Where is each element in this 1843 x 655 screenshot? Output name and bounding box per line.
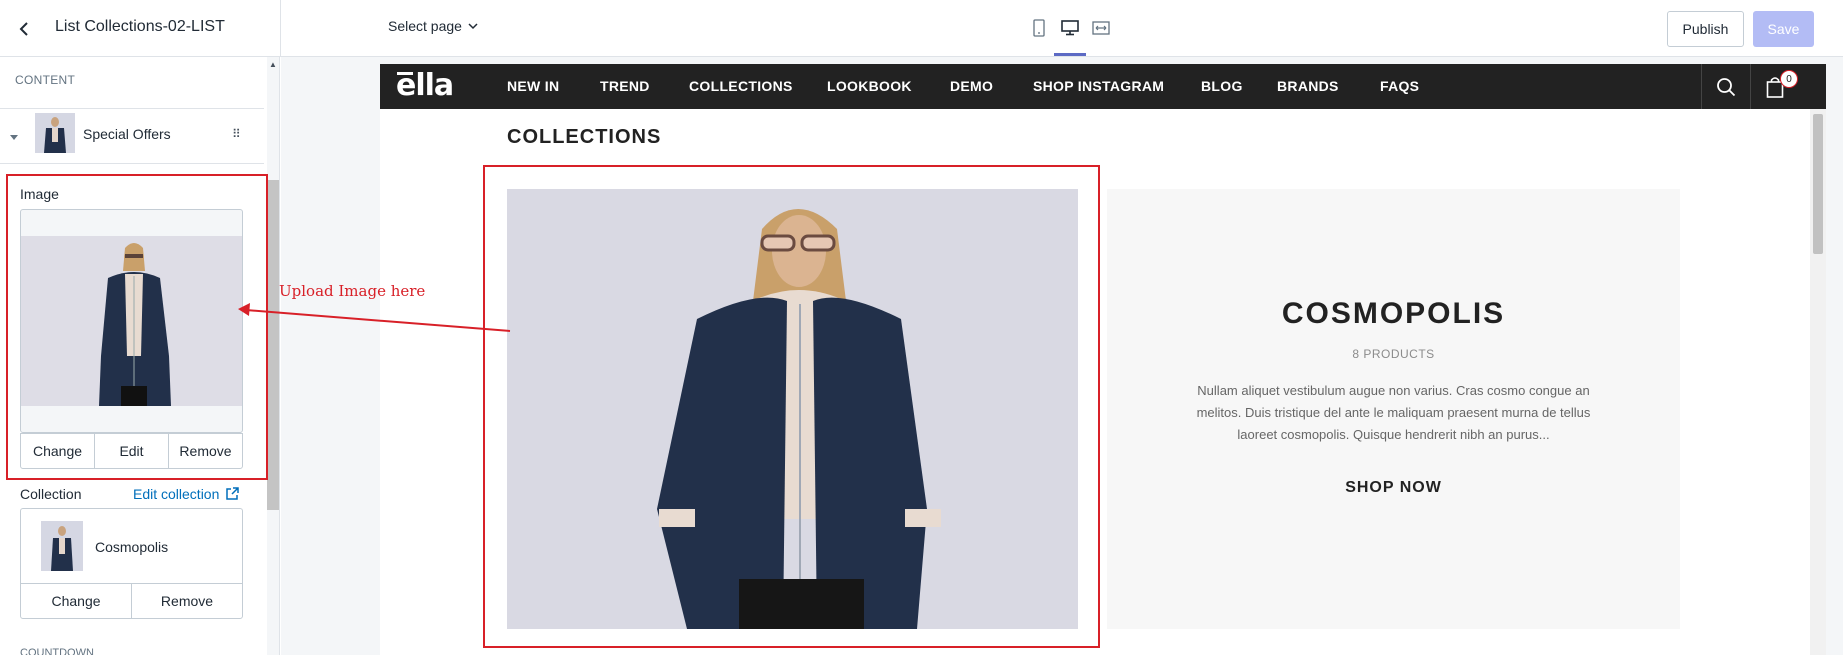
- annotation-box-preview: [483, 165, 1100, 648]
- collection-description: Nullam aliquet vestibulum augue non vari…: [1196, 383, 1591, 442]
- device-active-indicator: [1054, 53, 1086, 56]
- scroll-up-icon[interactable]: ▲: [267, 60, 279, 70]
- search-icon[interactable]: [1713, 74, 1739, 100]
- collection-title[interactable]: COSMOPOLIS: [1107, 297, 1680, 331]
- caret-down-icon[interactable]: [10, 135, 18, 140]
- nav-collections[interactable]: COLLECTIONS: [689, 78, 793, 94]
- shop-now-link[interactable]: SHOP NOW: [1107, 479, 1680, 497]
- save-button[interactable]: Save: [1753, 11, 1814, 47]
- remove-collection-button[interactable]: Remove: [132, 584, 242, 618]
- topbar-divider: [280, 0, 281, 57]
- collection-thumbnail: [41, 521, 83, 571]
- store-logo[interactable]: ella: [396, 68, 454, 103]
- chevron-down-icon: [468, 23, 478, 30]
- edit-collection-label: Edit collection: [133, 486, 220, 502]
- nav-brands[interactable]: BRANDS: [1277, 78, 1339, 94]
- countdown-section-label: COUNTDOWN: [20, 647, 94, 655]
- drag-handle-icon[interactable]: ⠿: [232, 127, 241, 141]
- nav-trend[interactable]: TREND: [600, 78, 650, 94]
- collection-setting-label: Collection: [20, 486, 82, 502]
- change-collection-button[interactable]: Change: [21, 584, 132, 618]
- edit-collection-link[interactable]: Edit collection: [133, 486, 240, 502]
- nav-lookbook[interactable]: LOOKBOOK: [827, 78, 912, 94]
- nav-shop-instagram[interactable]: SHOP INSTAGRAM: [1033, 78, 1164, 94]
- mobile-icon[interactable]: [1027, 16, 1051, 40]
- sidebar-scroll-thumb[interactable]: [267, 180, 279, 510]
- theme-title: List Collections-02-LIST: [55, 18, 225, 35]
- nav-faqs[interactable]: FAQS: [1380, 78, 1419, 94]
- collections-heading: COLLECTIONS: [507, 126, 662, 148]
- collection-name: Cosmopolis: [95, 539, 169, 555]
- nav-new-in[interactable]: NEW IN: [507, 78, 559, 94]
- select-page-dropdown[interactable]: Select page: [388, 18, 478, 34]
- store-navbar: ella NEW IN TREND COLLECTIONS LOOKBOOK D…: [380, 64, 1826, 109]
- nav-separator: [1750, 64, 1751, 109]
- preview-scroll-thumb[interactable]: [1813, 114, 1823, 254]
- fullwidth-icon[interactable]: [1089, 16, 1113, 40]
- nav-blog[interactable]: BLOG: [1201, 78, 1243, 94]
- product-count: 8 PRODUCTS: [1352, 347, 1435, 361]
- desktop-icon[interactable]: [1058, 16, 1082, 40]
- collection-hero-panel: COSMOPOLIS 8 PRODUCTS Nullam aliquet ves…: [1107, 189, 1680, 629]
- editor-topbar: List Collections-02-LIST Select page Pub…: [0, 0, 1843, 57]
- nav-demo[interactable]: DEMO: [950, 78, 993, 94]
- content-section-label: CONTENT: [15, 73, 76, 87]
- collection-actions: Change Remove: [20, 583, 243, 619]
- block-thumbnail: [35, 113, 75, 153]
- external-link-icon: [226, 487, 240, 500]
- block-title: Special Offers: [83, 126, 171, 142]
- select-page-label: Select page: [388, 18, 462, 34]
- publish-button[interactable]: Publish: [1667, 11, 1744, 47]
- nav-separator: [1701, 64, 1702, 109]
- cart-count-badge: 0: [1780, 70, 1798, 88]
- back-icon[interactable]: [12, 17, 36, 41]
- annotation-box-sidebar: [6, 174, 268, 480]
- annotation-arrow: [238, 303, 511, 332]
